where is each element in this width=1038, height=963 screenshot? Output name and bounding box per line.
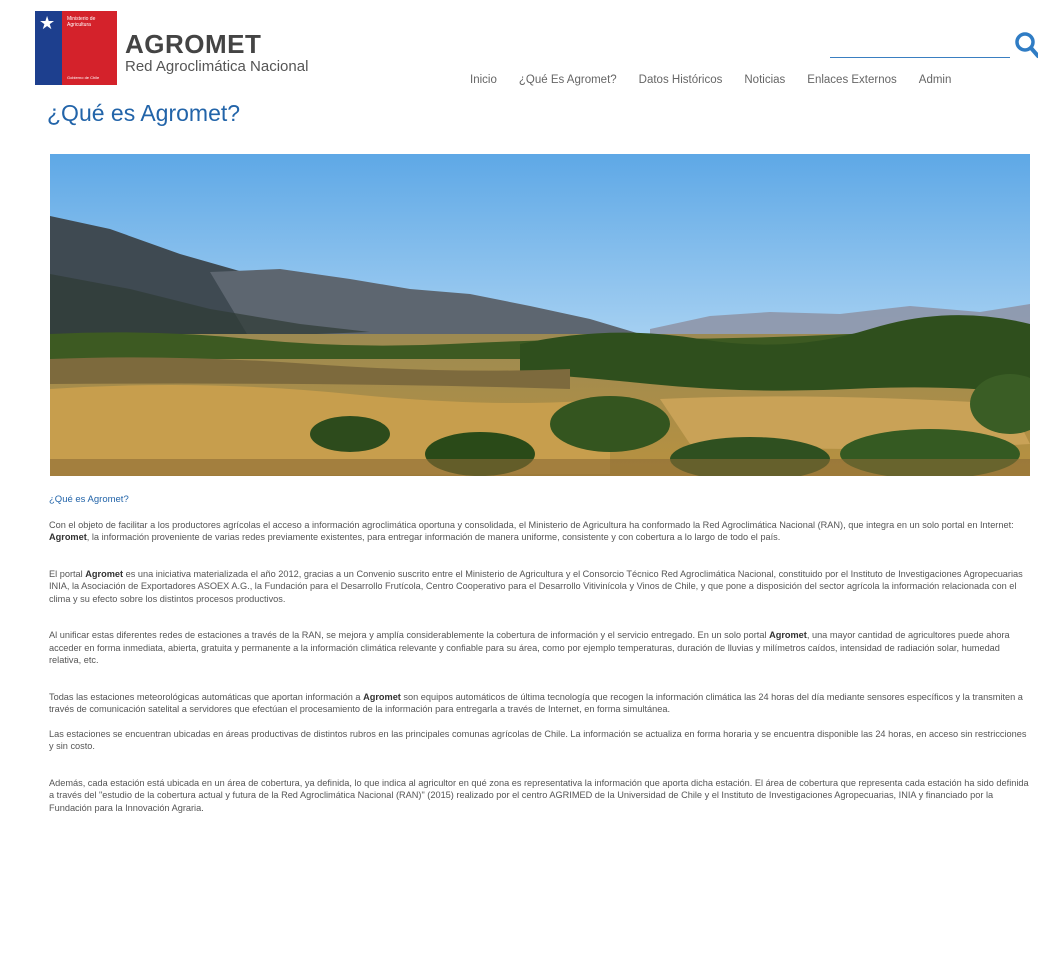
paragraph-text: Todas las estaciones meteorológicas auto… <box>49 691 364 702</box>
article-content: ¿Qué es Agromet? Con el objeto de facili… <box>49 494 1029 838</box>
brand-name: AGROMET <box>125 29 262 59</box>
paragraph-text: es una iniciativa materializada el año 2… <box>49 568 1023 604</box>
paragraph: El portal Agromet es una iniciativa mate… <box>49 568 1029 606</box>
search-input[interactable] <box>830 57 1010 58</box>
paragraph-text: El portal <box>49 568 86 579</box>
paragraph-text: Al unificar estas diferentes redes de es… <box>49 630 770 640</box>
search-icon[interactable] <box>1014 31 1038 59</box>
logo-ministry-text: Ministerio de Agricultura <box>67 16 96 28</box>
brand-mention: Agromet <box>363 691 401 702</box>
nav-item-que-es-agromet[interactable]: ¿Qué Es Agromet? <box>519 74 617 86</box>
paragraph: Todas las estaciones meteorológicas auto… <box>49 691 1029 716</box>
brand[interactable]: AGROMET Red Agroclimática Nacional <box>125 30 308 76</box>
paragraph-text: Las estaciones se encuentran ubicadas en… <box>49 728 1027 752</box>
paragraph: Al unificar estas diferentes redes de es… <box>49 629 1029 667</box>
brand-mention: Agromet <box>85 568 124 579</box>
brand-mention: Agromet <box>769 630 807 640</box>
article-subtitle: ¿Qué es Agromet? <box>49 494 129 505</box>
paragraph: Las estaciones se encuentran ubicadas en… <box>49 728 1029 753</box>
main-nav: Inicio ¿Qué Es Agromet? Datos Históricos… <box>470 74 973 86</box>
paragraph: Con el objeto de facilitar a los product… <box>49 519 1029 544</box>
star-icon: ★ <box>39 13 56 33</box>
brand-mention: Agromet <box>49 532 87 542</box>
hero-landscape-image <box>50 154 1030 476</box>
paragraph-text: Con el objeto de facilitar a los product… <box>49 519 1014 530</box>
ministry-logo[interactable]: ★ Ministerio de Agricultura Gobierno de … <box>35 11 117 85</box>
page-title: ¿Qué es Agromet? <box>47 100 241 126</box>
paragraph-text: Además, cada estación está ubicada en un… <box>49 777 1029 813</box>
nav-item-inicio[interactable]: Inicio <box>470 74 497 86</box>
site-header: ★ Ministerio de Agricultura Gobierno de … <box>0 0 1038 95</box>
paragraph: Además, cada estación está ubicada en un… <box>49 777 1029 815</box>
nav-item-datos-historicos[interactable]: Datos Históricos <box>639 74 723 86</box>
nav-item-enlaces-externos[interactable]: Enlaces Externos <box>807 74 897 86</box>
paragraph-text: , la información proveniente de varias r… <box>86 532 781 542</box>
logo-government-text: Gobierno de Chile <box>67 75 100 80</box>
nav-item-noticias[interactable]: Noticias <box>744 74 785 86</box>
nav-item-admin[interactable]: Admin <box>919 74 952 86</box>
brand-subtitle: Red Agroclimática Nacional <box>125 58 309 75</box>
